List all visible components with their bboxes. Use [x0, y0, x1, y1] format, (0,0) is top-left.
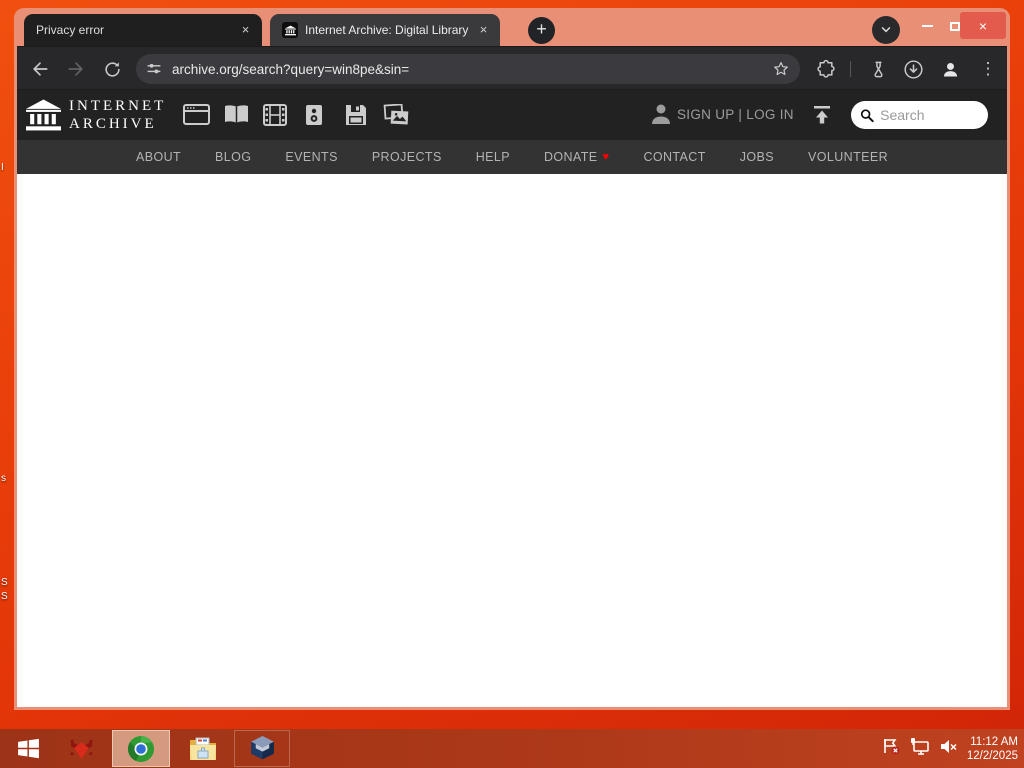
- menu-icon[interactable]: ⋮: [976, 57, 1000, 81]
- texts-media-icon[interactable]: [223, 104, 250, 130]
- file-explorer-taskbar-button[interactable]: [176, 730, 230, 767]
- tab-title: Internet Archive: Digital Library: [305, 23, 469, 37]
- nav-blog[interactable]: BLOG: [215, 150, 251, 164]
- archive-favicon-icon: [282, 22, 298, 38]
- desktop-label-fragment: S: [1, 577, 8, 588]
- tab-title: Privacy error: [36, 23, 105, 37]
- tab-internet-archive[interactable]: Internet Archive: Digital Library ×: [270, 14, 500, 46]
- nav-donate-label: DONATE: [543, 150, 598, 164]
- download-icon[interactable]: [901, 57, 925, 81]
- chrome-icon: [127, 735, 154, 762]
- tab-search-button[interactable]: [872, 16, 900, 44]
- video-media-icon[interactable]: [263, 104, 287, 131]
- toolbar-divider: [850, 61, 851, 77]
- tab-privacy-error[interactable]: Privacy error ×: [24, 14, 262, 46]
- file-explorer-icon: [190, 737, 216, 760]
- search-input[interactable]: [880, 107, 979, 123]
- nav-donate[interactable]: DONATE ♥: [544, 150, 610, 164]
- flask-icon[interactable]: [866, 57, 890, 81]
- clock-date: 12/2/2025: [966, 749, 1018, 762]
- forward-button[interactable]: [64, 57, 88, 81]
- search-icon: [860, 108, 874, 122]
- browser-toolbar: archive.org/search?query=win8pe&sin= ⋮: [17, 46, 1007, 90]
- browser-chrome-body: archive.org/search?query=win8pe&sin= ⋮ I…: [17, 46, 1007, 707]
- archive-logo-text[interactable]: INTERNET ARCHIVE: [69, 97, 166, 133]
- signup-login-link[interactable]: SIGN UP | LOG IN: [677, 107, 794, 122]
- windows-logo-icon: [17, 738, 39, 759]
- webpage: INTERNET ARCHIVE SIGN UP | LOG IN Search…: [17, 90, 1007, 707]
- system-tray: 11:12 AM 12/2/2025: [882, 729, 1018, 768]
- volume-muted-icon[interactable]: [939, 737, 958, 761]
- red-app-taskbar-button[interactable]: [58, 730, 104, 767]
- reload-button[interactable]: [100, 57, 124, 81]
- site-settings-icon[interactable]: [146, 61, 162, 77]
- nav-projects[interactable]: PROJECTS: [372, 150, 442, 164]
- logo-line-1: INTERNET: [69, 98, 167, 114]
- nav-contact[interactable]: CONTACT: [643, 150, 705, 164]
- archive-nav: ABOUT BLOG EVENTS PROJECTS HELP DONATE ♥…: [17, 140, 1007, 174]
- virtualbox-taskbar-button[interactable]: [234, 730, 290, 767]
- red-app-icon: [70, 739, 92, 759]
- archive-logo-icon[interactable]: [26, 99, 61, 136]
- minimize-icon: [921, 25, 933, 27]
- desktop-label-fragment: s: [1, 473, 6, 484]
- heart-icon: ♥: [602, 151, 610, 163]
- address-bar[interactable]: archive.org/search?query=win8pe&sin=: [136, 54, 800, 84]
- new-tab-button[interactable]: +: [528, 17, 555, 44]
- back-button[interactable]: [28, 57, 52, 81]
- archive-search-box[interactable]: [851, 101, 988, 129]
- taskbar-clock[interactable]: 11:12 AM 12/2/2025: [967, 735, 1018, 763]
- web-media-icon[interactable]: [183, 104, 210, 130]
- tab-close-icon[interactable]: ×: [237, 22, 254, 39]
- logo-line-2: ARCHIVE: [69, 116, 157, 132]
- chevron-down-icon: [881, 27, 891, 33]
- chrome-taskbar-button[interactable]: [112, 730, 170, 767]
- tab-strip: Privacy error × Internet Archive: Digita…: [14, 8, 1010, 46]
- software-media-icon[interactable]: [345, 104, 367, 131]
- nav-jobs[interactable]: JOBS: [740, 150, 774, 164]
- nav-volunteer[interactable]: VOLUNTEER: [808, 150, 888, 164]
- window-close-button[interactable]: ×: [960, 12, 1006, 39]
- desktop-label-fragment: S: [1, 591, 8, 602]
- nav-help[interactable]: HELP: [476, 150, 510, 164]
- close-icon: ×: [978, 17, 988, 34]
- action-center-flag-icon[interactable]: [882, 737, 901, 761]
- page-content-empty: [17, 174, 1007, 707]
- tab-close-icon[interactable]: ×: [475, 22, 492, 39]
- start-button[interactable]: [4, 730, 52, 767]
- upload-icon[interactable]: [811, 104, 833, 131]
- images-media-icon[interactable]: [383, 103, 410, 131]
- bookmark-star-icon[interactable]: [772, 60, 790, 78]
- browser-window: Privacy error × Internet Archive: Digita…: [14, 8, 1010, 710]
- minimize-button[interactable]: [914, 14, 940, 38]
- nav-events[interactable]: EVENTS: [285, 150, 337, 164]
- clock-time: 11:12 AM: [970, 735, 1018, 748]
- network-icon[interactable]: [910, 737, 930, 761]
- profile-icon[interactable]: [938, 57, 962, 81]
- taskbar: 11:12 AM 12/2/2025: [0, 729, 1024, 768]
- nav-about[interactable]: ABOUT: [136, 150, 181, 164]
- archive-header: INTERNET ARCHIVE SIGN UP | LOG IN Search: [17, 90, 1007, 140]
- desktop-label-fragment: I: [1, 162, 4, 173]
- extensions-icon[interactable]: [814, 57, 838, 81]
- person-icon: [651, 103, 671, 130]
- virtualbox-icon: [250, 736, 274, 760]
- url-text[interactable]: archive.org/search?query=win8pe&sin=: [172, 62, 772, 77]
- menu-dots-glyph: ⋮: [979, 59, 997, 78]
- audio-media-icon[interactable]: [305, 104, 323, 131]
- maximize-icon: [950, 21, 960, 31]
